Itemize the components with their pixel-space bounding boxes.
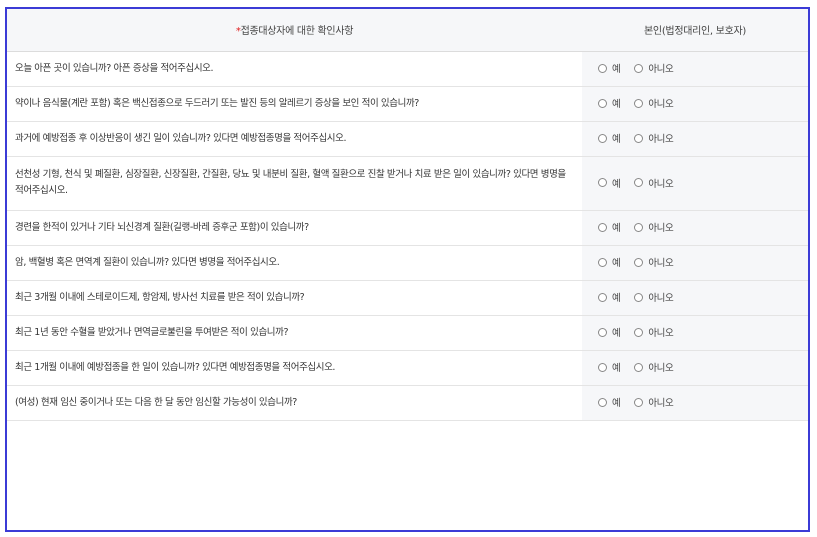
radio-circle-icon[interactable] — [598, 222, 607, 232]
question-row: 선천성 기형, 천식 및 폐질환, 심장질환, 신장질환, 간질환, 당뇨 및 … — [7, 156, 808, 211]
question-text: 최근 3개월 이내에 스테로이드제, 항암제, 방사선 치료를 받은 적이 있습… — [7, 280, 582, 316]
radio-label-no: 아니오 — [648, 178, 674, 190]
answer-options: 예 아니오 — [582, 385, 808, 421]
radio-option-no[interactable]: 아니오 — [634, 176, 674, 190]
question-text: 오늘 아픈 곳이 있습니까? 아픈 증상을 적어주십시오. — [7, 51, 582, 87]
question-row: 오늘 아픈 곳이 있습니까? 아픈 증상을 적어주십시오. 예 아니오 — [7, 51, 808, 87]
question-row: 최근 1년 동안 수혈을 받았거나 면역글로불린을 투여받은 적이 있습니까? 예… — [7, 315, 808, 351]
question-rows: 오늘 아픈 곳이 있습니까? 아픈 증상을 적어주십시오. 예 아니오 약이나 음식물… — [7, 51, 808, 421]
radio-label-no: 아니오 — [648, 258, 674, 270]
radio-circle-icon[interactable] — [634, 257, 644, 267]
radio-option-yes[interactable]: 예 — [598, 325, 621, 340]
radio-circle-icon[interactable] — [634, 98, 644, 108]
radio-label-yes: 예 — [612, 99, 621, 111]
radio-circle-icon[interactable] — [634, 222, 644, 232]
radio-option-yes[interactable]: 예 — [598, 61, 621, 76]
radio-label-yes: 예 — [612, 258, 621, 270]
radio-label-yes: 예 — [612, 178, 621, 190]
radio-option-yes[interactable]: 예 — [598, 255, 621, 270]
question-row: 최근 1개월 이내에 예방접종을 한 일이 있습니까? 있다면 예방접종명을 적… — [7, 350, 808, 386]
radio-option-no[interactable]: 아니오 — [634, 290, 674, 305]
question-row: 과거에 예방접종 후 이상반응이 생긴 일이 있습니까? 있다면 예방접종명을 … — [7, 121, 808, 157]
question-row: 최근 3개월 이내에 스테로이드제, 항암제, 방사선 치료를 받은 적이 있습… — [7, 280, 808, 316]
radio-circle-icon[interactable] — [598, 133, 607, 143]
radio-label-no: 아니오 — [648, 99, 674, 111]
radio-label-no: 아니오 — [648, 328, 674, 340]
answer-options: 예 아니오 — [582, 315, 808, 351]
radio-label-yes: 예 — [612, 328, 621, 340]
radio-label-yes: 예 — [612, 398, 621, 410]
question-text: 최근 1년 동안 수혈을 받았거나 면역글로불린을 투여받은 적이 있습니까? — [7, 315, 582, 351]
radio-circle-icon[interactable] — [598, 98, 607, 108]
radio-option-no[interactable]: 아니오 — [634, 61, 674, 76]
radio-option-no[interactable]: 아니오 — [634, 220, 674, 235]
radio-option-no[interactable]: 아니오 — [634, 325, 674, 340]
radio-option-no[interactable]: 아니오 — [634, 395, 674, 410]
radio-label-no: 아니오 — [648, 64, 674, 76]
radio-label-no: 아니오 — [648, 134, 674, 146]
radio-circle-icon[interactable] — [598, 397, 607, 407]
answer-options: 예 아니오 — [582, 350, 808, 386]
radio-label-yes: 예 — [612, 363, 621, 375]
checklist-table: *접종대상자에 대한 확인사항 본인(법정대리인, 보호자) 오늘 아픈 곳이 … — [7, 9, 808, 421]
answer-options: 예 아니오 — [582, 51, 808, 87]
radio-circle-icon[interactable] — [598, 362, 607, 372]
radio-circle-icon[interactable] — [634, 292, 644, 302]
radio-circle-icon[interactable] — [598, 257, 607, 267]
question-row: 경련을 한적이 있거나 기타 뇌신경계 질환(길랭-바레 증후군 포함)이 있습… — [7, 210, 808, 246]
radio-label-no: 아니오 — [648, 223, 674, 235]
radio-option-yes[interactable]: 예 — [598, 131, 621, 146]
radio-option-no[interactable]: 아니오 — [634, 360, 674, 375]
radio-label-yes: 예 — [612, 293, 621, 305]
answer-options: 예 아니오 — [582, 86, 808, 122]
answer-options: 예 아니오 — [582, 156, 808, 211]
radio-option-no[interactable]: 아니오 — [634, 96, 674, 111]
radio-circle-icon[interactable] — [598, 292, 607, 302]
radio-circle-icon[interactable] — [634, 362, 644, 372]
question-column-title: 접종대상자에 대한 확인사항 — [240, 26, 354, 38]
question-text: 경련을 한적이 있거나 기타 뇌신경계 질환(길랭-바레 증후군 포함)이 있습… — [7, 210, 582, 246]
radio-option-no[interactable]: 아니오 — [634, 131, 674, 146]
table-header-row: *접종대상자에 대한 확인사항 본인(법정대리인, 보호자) — [7, 9, 808, 52]
question-column-header: *접종대상자에 대한 확인사항 — [7, 9, 582, 52]
radio-circle-icon[interactable] — [598, 178, 607, 188]
radio-circle-icon[interactable] — [634, 397, 644, 407]
answer-options: 예 아니오 — [582, 210, 808, 246]
question-text: 약이나 음식물(계란 포함) 혹은 백신접종으로 두드러기 또는 발진 등의 알… — [7, 86, 582, 122]
answer-column-header: 본인(법정대리인, 보호자) — [582, 9, 808, 52]
answer-options: 예 아니오 — [582, 280, 808, 316]
question-row: (여성) 현재 임신 중이거나 또는 다음 한 달 동안 임신할 가능성이 있습… — [7, 385, 808, 421]
radio-option-yes[interactable]: 예 — [598, 96, 621, 111]
question-text: (여성) 현재 임신 중이거나 또는 다음 한 달 동안 임신할 가능성이 있습… — [7, 385, 582, 421]
question-text: 암, 백혈병 혹은 면역계 질환이 있습니까? 있다면 병명을 적어주십시오. — [7, 245, 582, 281]
radio-option-yes[interactable]: 예 — [598, 290, 621, 305]
vaccination-checklist-frame: *접종대상자에 대한 확인사항 본인(법정대리인, 보호자) 오늘 아픈 곳이 … — [5, 7, 810, 532]
question-row: 암, 백혈병 혹은 면역계 질환이 있습니까? 있다면 병명을 적어주십시오. 예… — [7, 245, 808, 281]
radio-circle-icon[interactable] — [598, 63, 607, 73]
radio-label-no: 아니오 — [648, 398, 674, 410]
radio-option-yes[interactable]: 예 — [598, 360, 621, 375]
radio-option-yes[interactable]: 예 — [598, 176, 621, 190]
question-text: 최근 1개월 이내에 예방접종을 한 일이 있습니까? 있다면 예방접종명을 적… — [7, 350, 582, 386]
question-row: 약이나 음식물(계란 포함) 혹은 백신접종으로 두드러기 또는 발진 등의 알… — [7, 86, 808, 122]
radio-option-no[interactable]: 아니오 — [634, 255, 674, 270]
radio-label-no: 아니오 — [648, 363, 674, 375]
radio-circle-icon[interactable] — [634, 133, 644, 143]
radio-label-yes: 예 — [612, 64, 621, 76]
answer-options: 예 아니오 — [582, 245, 808, 281]
question-text: 과거에 예방접종 후 이상반응이 생긴 일이 있습니까? 있다면 예방접종명을 … — [7, 121, 582, 157]
radio-circle-icon[interactable] — [598, 327, 607, 337]
radio-label-no: 아니오 — [648, 293, 674, 305]
radio-circle-icon[interactable] — [634, 178, 644, 188]
radio-circle-icon[interactable] — [634, 327, 644, 337]
question-text: 선천성 기형, 천식 및 폐질환, 심장질환, 신장질환, 간질환, 당뇨 및 … — [7, 156, 582, 211]
answer-options: 예 아니오 — [582, 121, 808, 157]
radio-label-yes: 예 — [612, 134, 621, 146]
radio-label-yes: 예 — [612, 223, 621, 235]
radio-circle-icon[interactable] — [634, 63, 644, 73]
radio-option-yes[interactable]: 예 — [598, 220, 621, 235]
radio-option-yes[interactable]: 예 — [598, 395, 621, 410]
